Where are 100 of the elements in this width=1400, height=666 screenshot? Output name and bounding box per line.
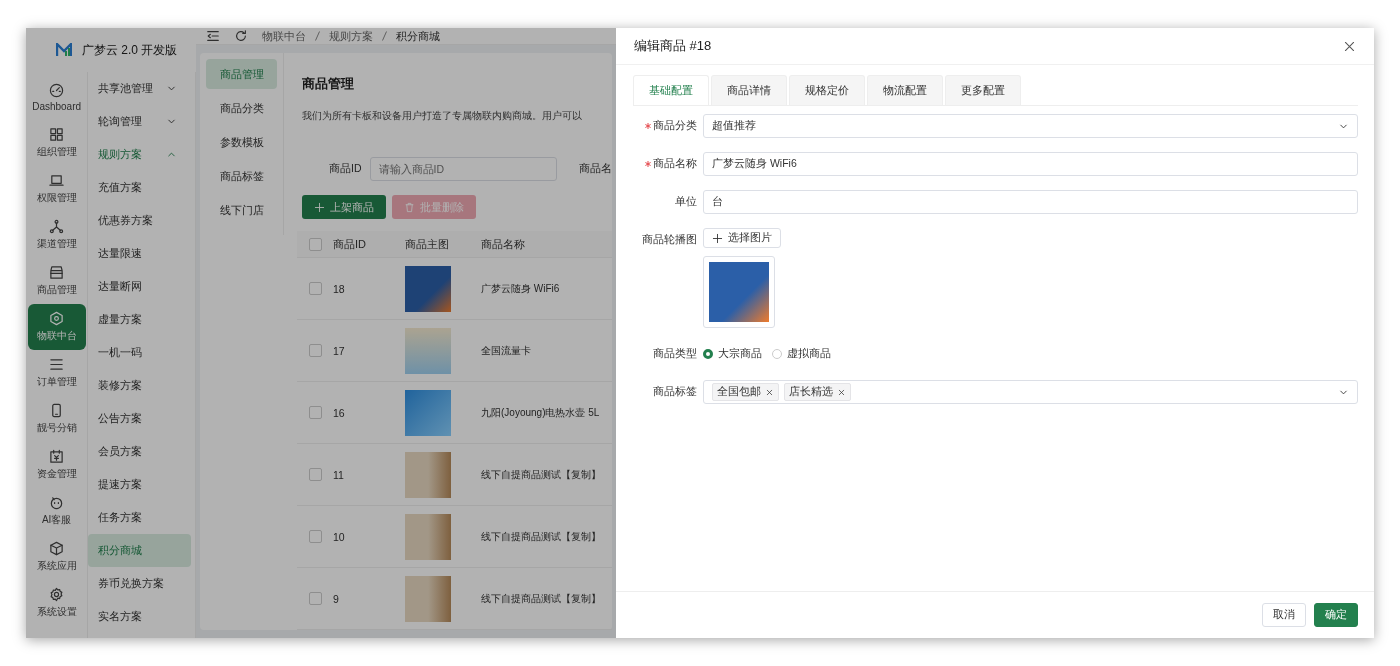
close-icon [1343,39,1356,53]
breadcrumb-separator-icon [315,31,320,41]
input-field[interactable]: 广梦云随身 WiFi6 [703,152,1358,176]
hexagon-icon [49,311,65,326]
filter-label: 商品名 [579,162,612,176]
photo-placeholder [405,575,451,622]
nav-rail-item[interactable]: AI客服 [27,488,86,534]
sidebar-item[interactable]: 提速方案 [88,468,191,501]
nav-rail-item[interactable]: 权限管理 [27,166,86,212]
subnav-item[interactable]: 线下门店 [206,195,277,225]
table-cell: 线下自提商品测试【复制】 [481,529,601,544]
sidebar-group-label: 共享池管理 [98,81,154,96]
breadcrumb-item[interactable]: 积分商城 [396,28,440,44]
checkbox[interactable] [308,406,322,419]
nav-rail-item[interactable]: 资金管理 [27,442,86,488]
sidebar-item[interactable]: 装修方案 [88,369,191,402]
nav-rail-item[interactable]: 订单管理 [27,350,86,396]
sidebar-item[interactable]: 一机一码 [88,336,191,369]
select-field[interactable]: 超值推荐 [703,114,1358,138]
nav-rail-item[interactable]: 商品管理 [27,258,86,304]
table-cell-text: 9 [333,592,340,605]
checkbox[interactable] [308,468,322,481]
tab[interactable]: 商品详情 [711,75,787,105]
add-button[interactable]: 上架商品 [302,195,386,219]
select-value: 超值推荐 [712,119,756,133]
table-cell: 线下自提商品测试【复制】 [481,591,601,606]
nav-rail-item[interactable]: 靓号分销 [27,396,86,442]
field-label: 商品轮播图 [641,232,698,247]
tab[interactable]: 更多配置 [945,75,1021,105]
sidebar-item[interactable]: 达量限速 [88,237,191,270]
checkbox[interactable] [308,282,322,295]
subnav-item[interactable]: 参数模板 [206,127,277,157]
sidebar-item[interactable]: 券币兑换方案 [88,567,191,600]
nav-rail-item[interactable]: 物联中台 [27,304,86,350]
tag-chip[interactable]: 店长精选 [784,383,851,401]
column-header: 商品ID [333,236,367,252]
menu-fold-icon [206,29,220,43]
nav-rail-item[interactable]: 系统应用 [27,534,86,580]
confirm-button[interactable]: 确定 [1314,603,1358,627]
sidebar-item[interactable]: 公告方案 [88,402,191,435]
subnav-item[interactable]: 商品分类 [206,93,277,123]
sidebar-item[interactable]: 达量断网 [88,270,191,303]
nav-rail-item[interactable]: 渠道管理 [27,212,86,258]
app-name: 广梦云 2.0 开发版 [82,41,178,59]
column-header: 商品名称 [481,236,525,252]
sidebar-group[interactable]: 共享池管理 [88,72,191,105]
sidebar-item[interactable]: 会员方案 [88,435,191,468]
logo-icon [56,43,72,57]
radio-button[interactable] [703,349,713,359]
plus-icon [712,232,723,244]
sidebar-group[interactable]: 规则方案 [88,138,191,171]
list-icon [49,357,65,372]
table-cell-text: 16 [333,406,346,419]
tag-chip[interactable]: 全国包邮 [712,383,779,401]
nav-rail-item[interactable]: 组织管理 [27,120,86,166]
tag-label: 全国包邮 [717,385,761,399]
table-cell-text: 17 [333,344,346,357]
breadcrumb-separator-icon [382,31,387,41]
checkbox[interactable] [308,530,322,543]
tab[interactable]: 规格定价 [789,75,865,105]
sidebar-group[interactable]: 轮询管理 [88,105,191,138]
plus-icon [314,201,325,213]
robot-icon [49,495,65,510]
photo-placeholder [405,389,451,436]
table-cell: 全国流量卡 [481,343,531,358]
input-field[interactable]: 台 [703,190,1358,214]
cancel-button[interactable]: 取消 [1262,603,1306,627]
sidebar-item[interactable]: 充值方案 [88,171,191,204]
nav-rail-item[interactable]: 系统设置 [27,580,86,626]
photo-placeholder [405,513,451,560]
gauge-icon [49,82,65,98]
radio-option[interactable]: 虚拟商品 [772,347,831,361]
image-thumbnail[interactable] [703,256,775,328]
breadcrumb-item[interactable]: 物联中台 [262,28,306,44]
page-description: 我们为所有卡板和设备用户打造了专属物联内购商城。用户可以 [302,109,582,123]
close-icon [837,387,846,397]
tab[interactable]: 物流配置 [867,75,943,105]
subnav-item[interactable]: 商品标签 [206,161,277,191]
field-label: 商品标签 [652,384,698,399]
checkbox[interactable] [308,592,322,605]
store-icon [49,265,65,280]
radio-option[interactable]: 大宗商品 [703,347,762,361]
breadcrumb-item[interactable]: 规则方案 [329,28,373,44]
search-field[interactable]: 请输入商品ID [369,157,557,181]
sidebar-item[interactable]: 任务方案 [88,501,191,534]
sidebar-item[interactable]: 实名方案 [88,600,191,633]
nav-rail-item[interactable]: Dashboard [27,74,86,120]
checkbox[interactable] [308,344,322,357]
table-cell: 广梦云随身 WiFi6 [481,281,560,296]
tag-select-field[interactable]: 全国包邮 店长精选 [703,380,1358,404]
sidebar-item[interactable]: 虚量方案 [88,303,191,336]
choose-image-button[interactable]: 选择图片 [703,228,781,248]
table-cell-text: 18 [333,282,346,295]
photo-placeholder [405,265,451,312]
close-button[interactable] [1343,39,1356,53]
field-label: 商品分类 [633,114,703,138]
tab[interactable]: 基础配置 [633,75,709,105]
checkbox[interactable] [308,237,322,251]
sidebar-item[interactable]: 优惠券方案 [88,204,191,237]
laptop-icon [49,173,65,188]
